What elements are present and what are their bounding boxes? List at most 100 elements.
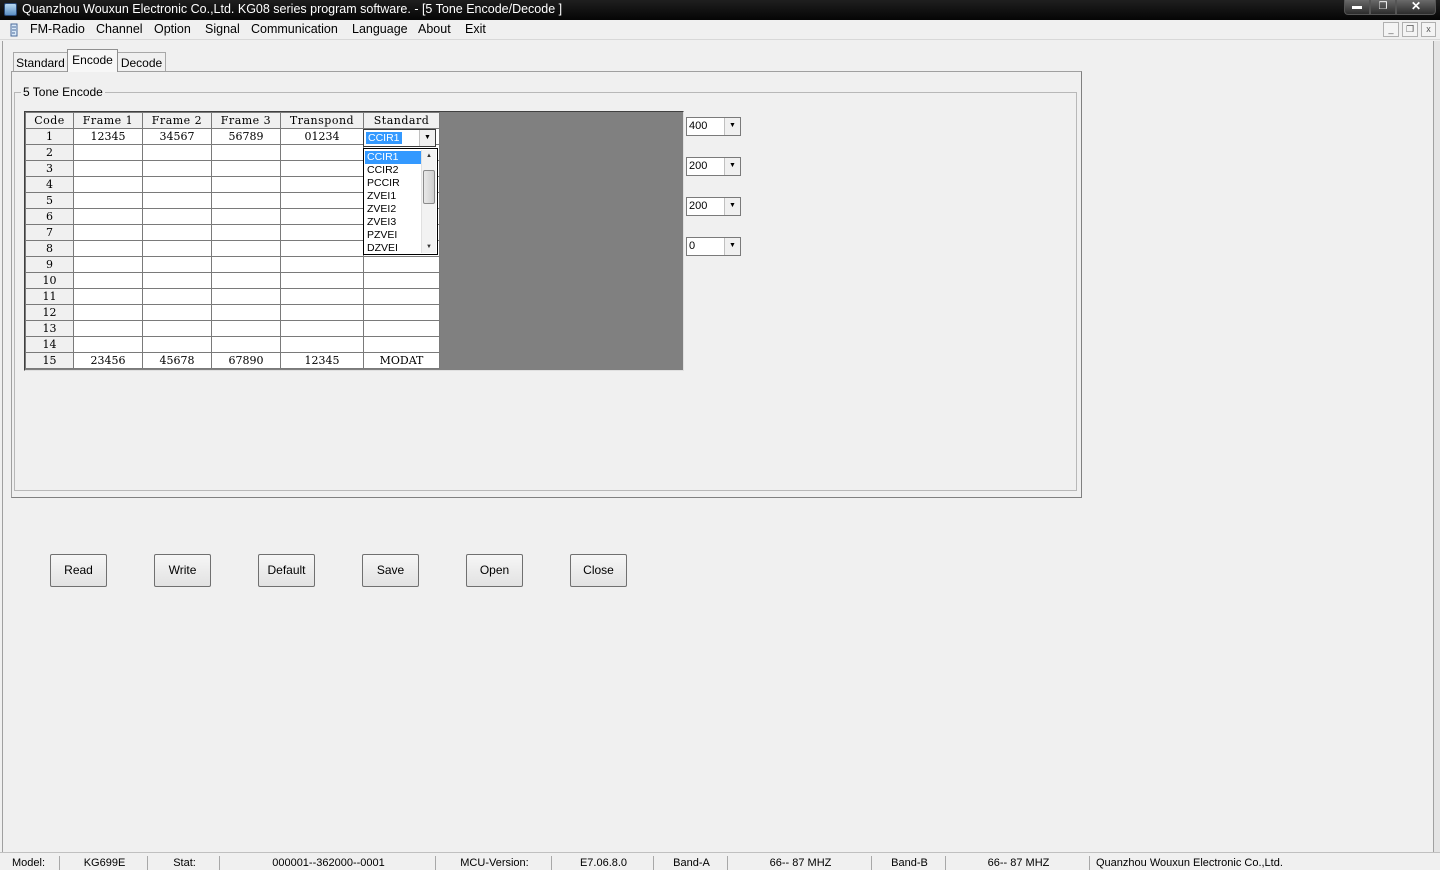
cell-transpond[interactable] bbox=[280, 304, 364, 321]
cell-frame-2[interactable] bbox=[142, 224, 212, 241]
dropdown-option[interactable]: CCIR2 bbox=[365, 164, 421, 177]
header-code[interactable]: Code bbox=[25, 112, 74, 129]
tone-param-combo-1[interactable]: 400 ▼ bbox=[686, 117, 741, 136]
scroll-thumb[interactable] bbox=[423, 170, 435, 204]
cell-frame-1[interactable] bbox=[73, 208, 143, 225]
cell-frame-3[interactable] bbox=[211, 304, 281, 321]
cell-code[interactable]: 4 bbox=[25, 176, 74, 193]
cell-code[interactable]: 10 bbox=[25, 272, 74, 289]
cell-code[interactable]: 1 bbox=[25, 128, 74, 145]
cell-frame-3[interactable] bbox=[211, 320, 281, 337]
table-row[interactable]: 13 bbox=[25, 320, 440, 337]
cell-frame-1[interactable] bbox=[73, 320, 143, 337]
cell-frame-2[interactable]: 45678 bbox=[142, 352, 212, 369]
cell-frame-2[interactable] bbox=[142, 288, 212, 305]
cell-frame-3[interactable] bbox=[211, 160, 281, 177]
dropdown-option[interactable]: ZVEI2 bbox=[365, 203, 421, 216]
cell-code[interactable]: 2 bbox=[25, 144, 74, 161]
cell-standard[interactable] bbox=[363, 272, 440, 289]
cell-code[interactable]: 9 bbox=[25, 256, 74, 273]
cell-standard[interactable] bbox=[363, 288, 440, 305]
mdi-close-button[interactable]: x bbox=[1421, 22, 1436, 37]
dropdown-option[interactable]: PCCIR bbox=[365, 177, 421, 190]
cell-transpond[interactable] bbox=[280, 144, 364, 161]
write-button[interactable]: Write bbox=[154, 554, 211, 587]
cell-frame-1[interactable]: 12345 bbox=[73, 128, 143, 145]
cell-frame-3[interactable] bbox=[211, 256, 281, 273]
cell-frame-2[interactable] bbox=[142, 320, 212, 337]
cell-code[interactable]: 8 bbox=[25, 240, 74, 257]
open-button[interactable]: Open bbox=[466, 554, 523, 587]
cell-transpond[interactable] bbox=[280, 224, 364, 241]
cell-transpond[interactable] bbox=[280, 192, 364, 209]
cell-frame-3[interactable] bbox=[211, 240, 281, 257]
cell-frame-2[interactable] bbox=[142, 160, 212, 177]
cell-frame-2[interactable] bbox=[142, 192, 212, 209]
menu-signal[interactable]: Signal bbox=[205, 22, 240, 36]
dropdown-option[interactable]: ZVEI3 bbox=[365, 216, 421, 229]
standard-combo-value[interactable]: CCIR1 bbox=[366, 132, 402, 144]
cell-frame-3[interactable]: 67890 bbox=[211, 352, 281, 369]
menu-exit[interactable]: Exit bbox=[465, 22, 486, 36]
cell-transpond[interactable] bbox=[280, 240, 364, 257]
dropdown-scrollbar[interactable]: ▲ ▼ bbox=[421, 150, 436, 253]
cell-frame-1[interactable] bbox=[73, 240, 143, 257]
menu-channel[interactable]: Channel bbox=[96, 22, 143, 36]
scroll-down-arrow-icon[interactable]: ▼ bbox=[422, 241, 436, 253]
header-frame-1[interactable]: Frame 1 bbox=[73, 112, 143, 129]
cell-frame-3[interactable] bbox=[211, 192, 281, 209]
chevron-down-icon[interactable]: ▼ bbox=[724, 158, 740, 175]
cell-code[interactable]: 3 bbox=[25, 160, 74, 177]
cell-transpond[interactable] bbox=[280, 288, 364, 305]
cell-frame-3[interactable] bbox=[211, 288, 281, 305]
combo-value[interactable]: 0 bbox=[689, 240, 695, 252]
cell-code[interactable]: 13 bbox=[25, 320, 74, 337]
cell-frame-1[interactable] bbox=[73, 336, 143, 353]
mdi-minimize-button[interactable]: _ bbox=[1383, 22, 1399, 37]
cell-frame-2[interactable] bbox=[142, 208, 212, 225]
cell-frame-1[interactable] bbox=[73, 224, 143, 241]
table-row[interactable]: 15 23456 45678 67890 12345 MODAT bbox=[25, 352, 440, 369]
menu-option[interactable]: Option bbox=[154, 22, 191, 36]
close-button[interactable]: Close bbox=[570, 554, 627, 587]
tone-param-combo-4[interactable]: 0 ▼ bbox=[686, 237, 741, 256]
menu-fm-radio[interactable]: FM-Radio bbox=[30, 22, 85, 36]
cell-frame-1[interactable] bbox=[73, 256, 143, 273]
table-row[interactable]: 9 bbox=[25, 256, 440, 273]
cell-standard[interactable] bbox=[363, 256, 440, 273]
cell-code[interactable]: 12 bbox=[25, 304, 74, 321]
cell-code[interactable]: 6 bbox=[25, 208, 74, 225]
cell-frame-2[interactable] bbox=[142, 256, 212, 273]
table-row[interactable]: 10 bbox=[25, 272, 440, 289]
cell-frame-1[interactable] bbox=[73, 304, 143, 321]
tone-param-combo-3[interactable]: 200 ▼ bbox=[686, 197, 741, 216]
cell-frame-1[interactable] bbox=[73, 272, 143, 289]
cell-frame-1[interactable] bbox=[73, 160, 143, 177]
cell-code[interactable]: 15 bbox=[25, 352, 74, 369]
chevron-down-icon[interactable]: ▼ bbox=[724, 118, 740, 135]
cell-transpond[interactable] bbox=[280, 336, 364, 353]
cell-frame-2[interactable]: 34567 bbox=[142, 128, 212, 145]
cell-frame-1[interactable]: 23456 bbox=[73, 352, 143, 369]
cell-frame-2[interactable] bbox=[142, 272, 212, 289]
tab-standard[interactable]: Standard bbox=[13, 52, 68, 71]
chevron-down-icon[interactable]: ▼ bbox=[419, 130, 435, 146]
cell-frame-1[interactable] bbox=[73, 144, 143, 161]
table-row[interactable]: 12 bbox=[25, 304, 440, 321]
table-row[interactable]: 14 bbox=[25, 336, 440, 353]
tab-decode[interactable]: Decode bbox=[117, 52, 166, 71]
combo-value[interactable]: 200 bbox=[689, 160, 707, 172]
default-button[interactable]: Default bbox=[258, 554, 315, 587]
cell-frame-3[interactable] bbox=[211, 176, 281, 193]
cell-standard[interactable] bbox=[363, 320, 440, 337]
minimize-button[interactable]: ▬ bbox=[1344, 0, 1370, 15]
cell-transpond[interactable] bbox=[280, 320, 364, 337]
menu-language[interactable]: Language bbox=[352, 22, 408, 36]
cell-frame-2[interactable] bbox=[142, 304, 212, 321]
close-window-button[interactable]: ✕ bbox=[1396, 0, 1436, 15]
cell-frame-3[interactable] bbox=[211, 224, 281, 241]
menu-communication[interactable]: Communication bbox=[251, 22, 338, 36]
read-button[interactable]: Read bbox=[50, 554, 107, 587]
cell-standard[interactable] bbox=[363, 304, 440, 321]
cell-transpond[interactable] bbox=[280, 272, 364, 289]
